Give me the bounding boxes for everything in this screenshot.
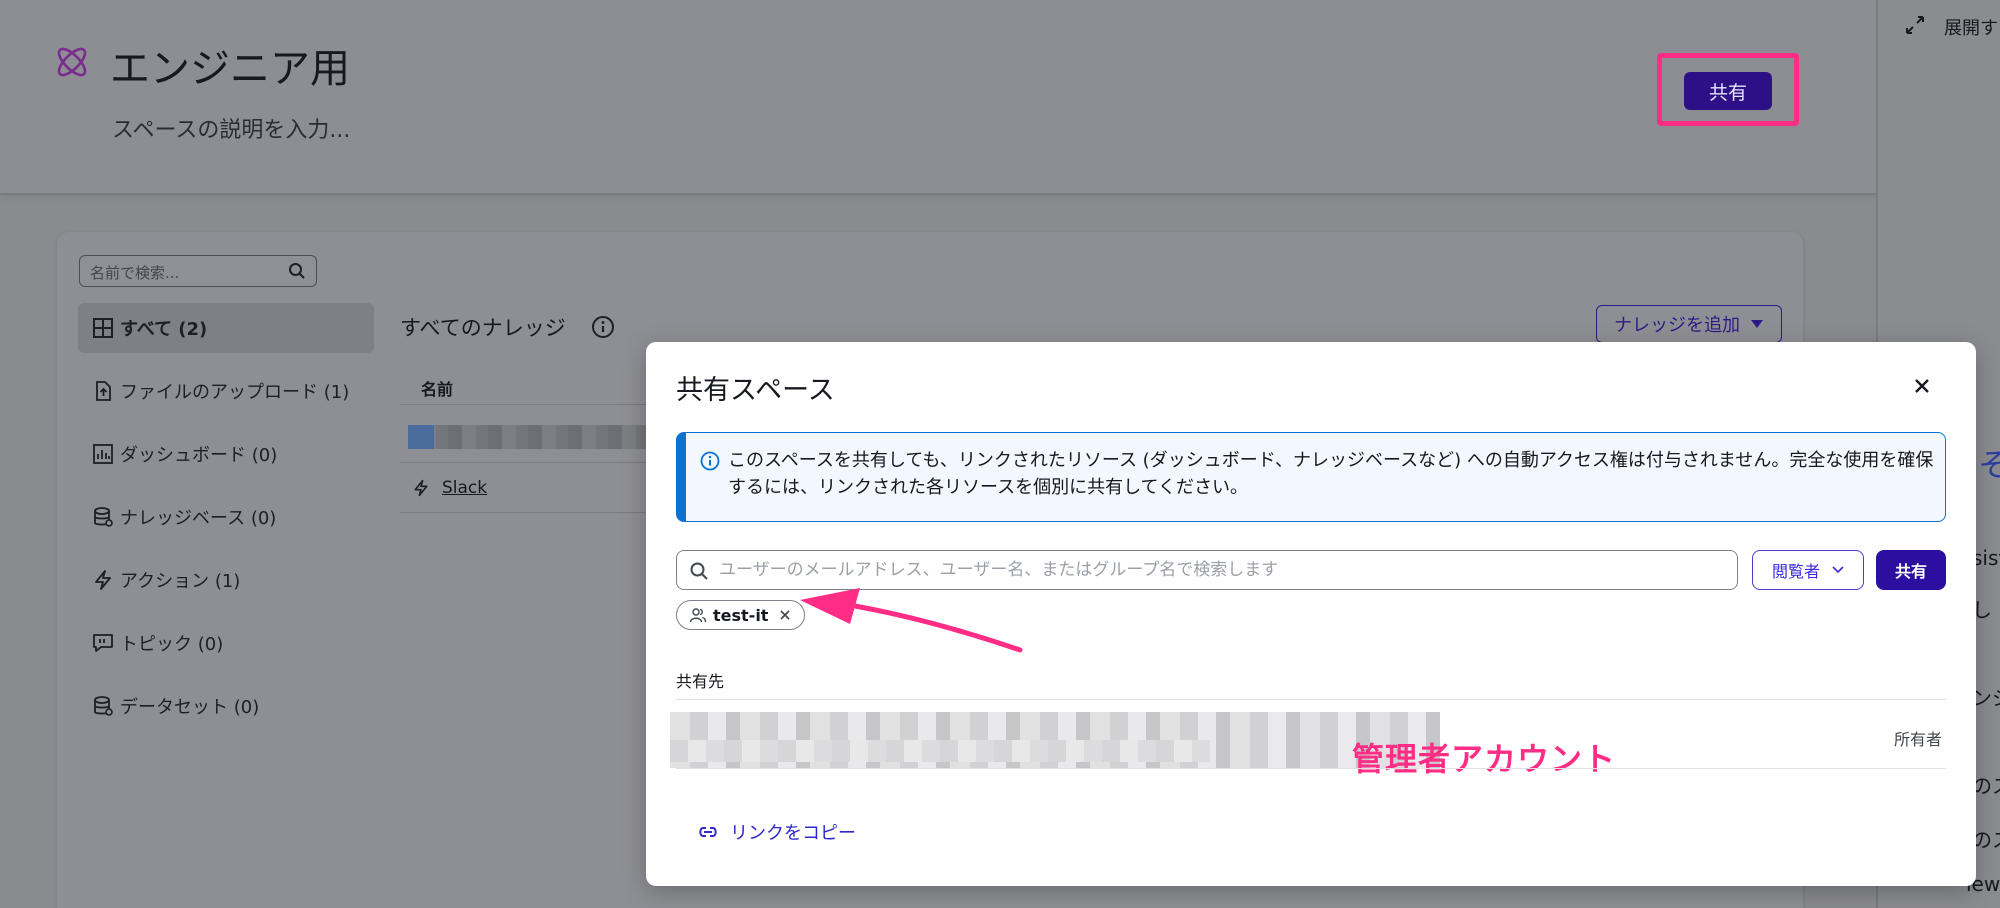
close-button[interactable] [1908,372,1936,400]
copy-link-button[interactable]: リンクをコピー [696,819,856,845]
close-icon [1915,379,1929,393]
modal-title: 共有スペース [676,375,835,406]
section-title: すべてのナレッジ [400,316,566,340]
alert-text: このスペースを共有しても、リンクされたリソース (ダッシュボード、ナレッジベース… [728,450,1934,498]
expand-icon[interactable] [1904,14,1926,36]
sidebar-item-label: すべて (2) [120,319,208,340]
admin-annotation: 管理者アカウント [1352,740,1617,778]
role-select-value: 閲覧者 [1771,562,1820,581]
search-placeholder: 名前で検索... [90,264,180,282]
add-knowledge-label: ナレッジを追加 [1614,315,1740,336]
panel-text: ンジ [1972,686,2000,710]
sidebar-item-file-upload[interactable]: ファイルのアップロード (1) [78,366,374,416]
sidebar-search-input[interactable]: 名前で検索... [79,255,317,287]
share-button[interactable]: 共有 [1684,72,1772,110]
redacted-owner [670,712,1440,768]
panel-text: そ [1978,446,2000,484]
lightning-icon [95,570,111,590]
highlight-box: 共有 [1657,53,1799,126]
chevron-down-icon [1832,566,1844,574]
dashboard-icon [93,444,113,464]
table-row[interactable]: Slack [412,478,487,498]
link-icon [699,827,717,837]
sidebar-item-dashboard[interactable]: ダッシュボード (0) [78,429,374,479]
space-header [0,0,1876,195]
info-icon [700,451,720,471]
panel-text: のス [1972,828,2000,852]
space-title: エンジニア用 [110,46,350,92]
grid-icon [93,318,113,338]
copy-link-label: リンクをコピー [730,823,856,844]
redacted-row [408,425,648,449]
sidebar-item-label: トピック (0) [120,634,224,655]
divider [400,404,650,405]
database-icon [94,696,113,716]
divider [400,512,650,513]
sidebar-item-label: データセット (0) [120,697,260,718]
column-header-name[interactable]: 名前 [421,376,453,400]
info-icon[interactable] [591,315,615,339]
panel-text: のス [1972,774,2000,798]
info-alert: このスペースを共有しても、リンクされたリソース (ダッシュボード、ナレッジベース… [676,432,1946,522]
add-knowledge-button[interactable]: ナレッジを追加 [1596,305,1782,343]
shared-with-label: 共有先 [676,672,725,691]
role-select[interactable]: 閲覧者 [1752,550,1864,590]
file-upload-icon [96,381,111,401]
user-search-input[interactable] [719,557,1719,583]
sidebar-item-label: ダッシュボード (0) [120,445,278,466]
sidebar-item-label: ナレッジベース (0) [120,508,277,529]
space-description[interactable]: スペースの説明を入力... [112,112,350,144]
lightning-icon [414,479,428,497]
group-icon [689,608,707,623]
owner-role: 所有者 [1894,730,1943,749]
sidebar-item-knowledge-base[interactable]: ナレッジベース (0) [78,492,374,542]
divider [400,462,650,463]
user-search-field[interactable] [676,550,1738,590]
sidebar-item-actions[interactable]: アクション (1) [78,555,374,605]
sidebar-item-label: アクション (1) [120,571,241,592]
sidebar-item-label: ファイルのアップロード (1) [120,382,350,403]
divider [676,699,1946,700]
divider [676,768,1946,769]
sidebar-item-topics[interactable]: トピック (0) [78,618,374,668]
atom-icon [57,47,87,77]
selected-group-token[interactable]: test-it [676,600,806,630]
search-icon [690,562,708,580]
database-icon [94,507,113,527]
expand-label[interactable]: 展開す [1944,14,1998,40]
sidebar-item-all[interactable]: すべて (2) [78,303,374,353]
panel-text: sist [1972,546,2000,570]
remove-token-icon[interactable] [778,608,792,622]
caret-down-icon [1751,320,1763,328]
token-label: test-it [713,605,769,625]
chat-icon [93,634,113,652]
annotation-arrow-icon [800,588,1023,653]
sidebar-item-datasets[interactable]: データセット (0) [78,681,374,731]
row-name-link[interactable]: Slack [442,478,487,498]
search-icon [289,263,305,279]
share-submit-button[interactable]: 共有 [1876,550,1946,590]
